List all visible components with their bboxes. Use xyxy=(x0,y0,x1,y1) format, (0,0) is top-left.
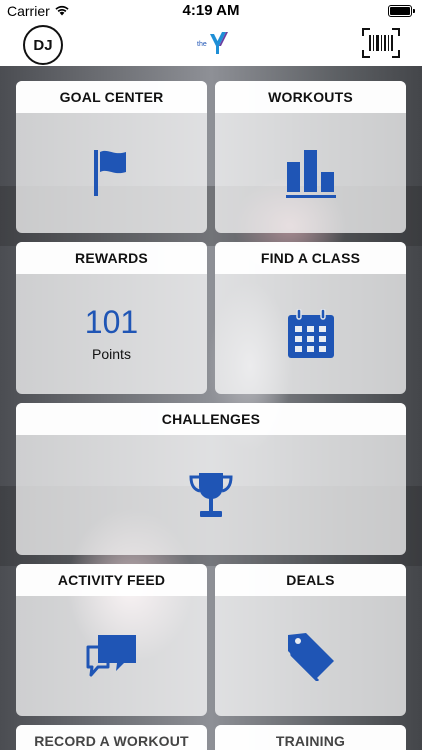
tile-title: DEALS xyxy=(215,564,406,596)
tile-title: RECORD A WORKOUT xyxy=(16,725,207,750)
tile-goal-center[interactable]: GOAL CENTER xyxy=(16,81,207,233)
avatar-button[interactable]: DJ xyxy=(23,25,63,65)
tile-find-a-class[interactable]: FIND A CLASS xyxy=(215,242,406,394)
tile-title: TRAINING xyxy=(215,725,406,750)
tile-title: FIND A CLASS xyxy=(215,242,406,274)
price-tag-icon xyxy=(287,633,334,681)
tile-challenges[interactable]: CHALLENGES xyxy=(16,403,406,555)
ymca-logo: the xyxy=(197,32,228,54)
tile-title: GOAL CENTER xyxy=(16,81,207,113)
status-time: 4:19 AM xyxy=(182,2,240,19)
tile-activity-feed[interactable]: ACTIVITY FEED xyxy=(16,564,207,716)
nav-bar: DJ the xyxy=(0,22,422,66)
tile-rewards[interactable]: REWARDS 101 Points xyxy=(16,242,207,394)
svg-text:the: the xyxy=(197,41,207,48)
barcode-icon[interactable] xyxy=(362,28,400,58)
tile-title: CHALLENGES xyxy=(16,403,406,435)
tile-title: WORKOUTS xyxy=(215,81,406,113)
flag-icon xyxy=(93,150,126,196)
tile-workouts[interactable]: WORKOUTS xyxy=(215,81,406,233)
calendar-icon xyxy=(287,309,334,358)
tile-deals[interactable]: DEALS xyxy=(215,564,406,716)
trophy-icon xyxy=(189,473,233,517)
tile-title: ACTIVITY FEED xyxy=(16,564,207,596)
tile-record-a-workout[interactable]: RECORD A WORKOUT xyxy=(16,725,207,750)
rewards-points-label: Points xyxy=(92,346,131,362)
rewards-points-value: 101 xyxy=(84,304,139,340)
tile-training[interactable]: TRAINING xyxy=(215,725,406,750)
status-bar: Carrier 4:19 AM xyxy=(0,0,422,22)
tile-title: REWARDS xyxy=(16,242,207,274)
chat-bubbles-icon xyxy=(86,635,136,677)
bar-chart-icon xyxy=(285,150,336,198)
battery-icon xyxy=(388,5,415,17)
